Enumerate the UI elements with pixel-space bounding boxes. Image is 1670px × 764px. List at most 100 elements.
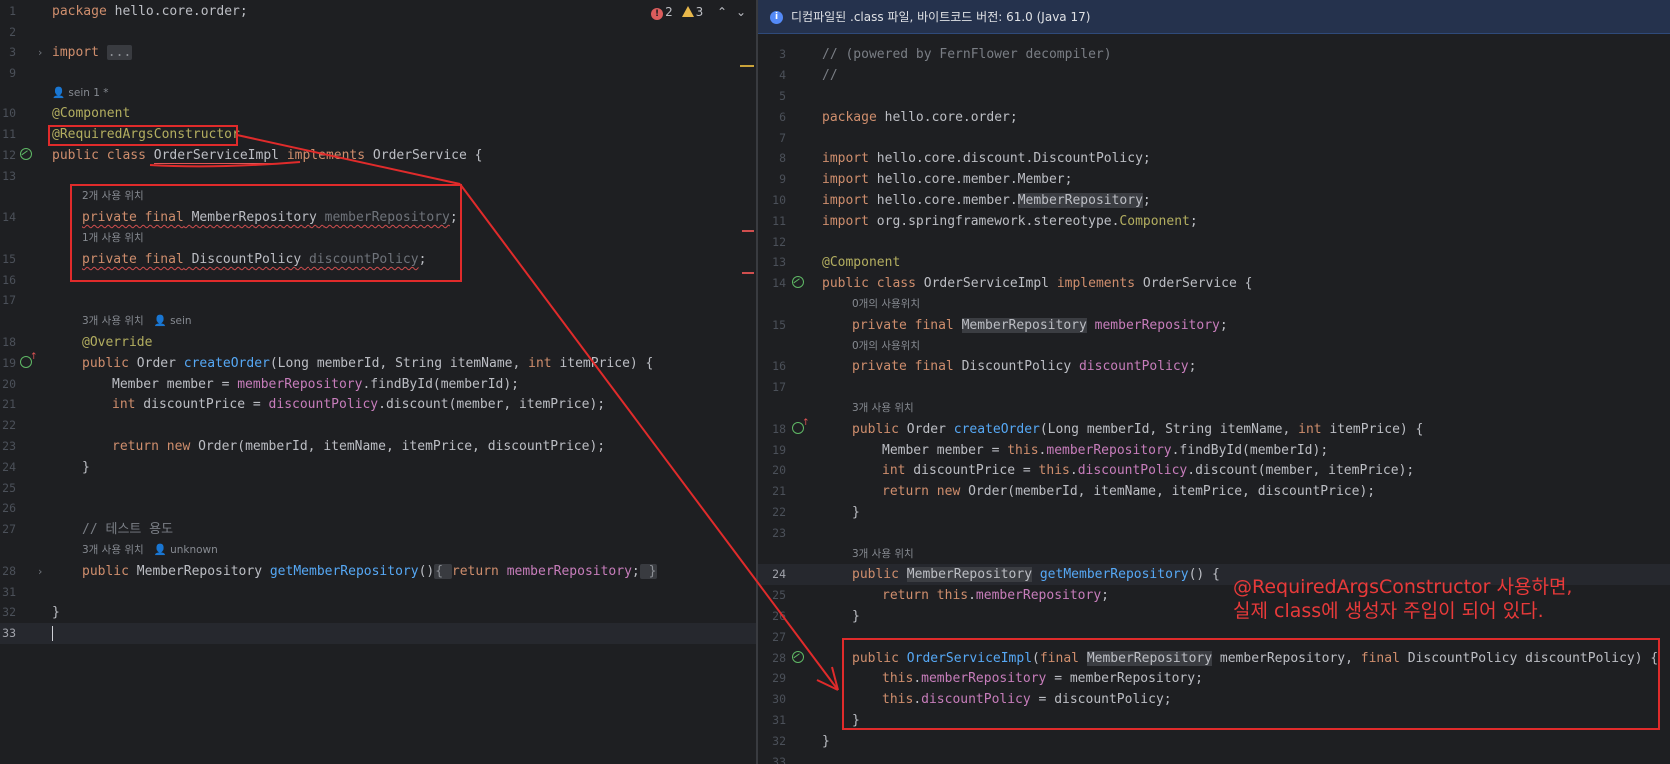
- code-line[interactable]: 9 import hello.core.member.Member;: [758, 169, 1670, 190]
- code-text[interactable]: public class OrderServiceImpl implements…: [822, 273, 1253, 294]
- fold-chevron-icon[interactable]: ›: [38, 42, 42, 63]
- usage-hint[interactable]: 👤 sein 1 *: [52, 83, 109, 104]
- code-line[interactable]: 23 return new Order(memberId, itemName, i…: [0, 436, 756, 457]
- code-line[interactable]: 21 return new Order(memberId, itemName, i…: [758, 481, 1670, 502]
- code-line[interactable]: 26: [0, 498, 756, 519]
- code-line[interactable]: 32}: [758, 731, 1670, 752]
- code-text[interactable]: private final MemberRepository memberRep…: [852, 315, 1228, 336]
- code-line[interactable]: 28 › public MemberRepository getMemberRepo…: [0, 561, 756, 582]
- code-line[interactable]: 4 //: [758, 65, 1670, 86]
- code-text[interactable]: int discountPrice = this.discountPolicy.…: [882, 460, 1414, 481]
- code-text[interactable]: import hello.core.discount.DiscountPolic…: [822, 148, 1151, 169]
- code-line[interactable]: 20 int discountPrice = this.discountPolic…: [758, 460, 1670, 481]
- chevron-up-icon[interactable]: ⌃: [717, 5, 727, 19]
- code-line[interactable]: 31: [0, 582, 756, 603]
- usage-hint[interactable]: 3개 사용 위치 👤 unknown: [82, 540, 218, 561]
- inspection-status[interactable]: ! 2 3 ⌃ ⌄: [646, 4, 746, 20]
- code-text[interactable]: }: [82, 457, 90, 478]
- code-line[interactable]: 10 @Component: [0, 103, 756, 124]
- code-line[interactable]: 21 int discountPrice = discountPolicy.dis…: [0, 394, 756, 415]
- code-text[interactable]: import hello.core.member.Member;: [822, 169, 1072, 190]
- code-line[interactable]: 24}: [0, 457, 756, 478]
- code-text[interactable]: @Component: [822, 252, 900, 273]
- code-line[interactable]: 14 public class OrderServiceImpl implemen…: [758, 273, 1670, 294]
- code-line[interactable]: 32}: [0, 602, 756, 623]
- code-text[interactable]: public MemberRepository getMemberReposit…: [82, 561, 658, 582]
- inlay-hint-row[interactable]: 0개의 사용위치: [758, 336, 1670, 357]
- code-text[interactable]: }: [852, 502, 860, 523]
- code-line[interactable]: 7: [758, 128, 1670, 149]
- code-text[interactable]: public Order createOrder(Long memberId, …: [82, 353, 653, 374]
- code-line[interactable]: 9: [0, 63, 756, 84]
- code-text[interactable]: return this.memberRepository;: [882, 585, 1109, 606]
- code-text[interactable]: [52, 623, 61, 644]
- code-line[interactable]: 25: [0, 478, 756, 499]
- code-text[interactable]: Member member = this.memberRepository.fi…: [882, 440, 1328, 461]
- code-line[interactable]: 27 // 테스트 용도: [0, 519, 756, 540]
- inlay-hint-row[interactable]: 3개 사용 위치: [758, 398, 1670, 419]
- code-text[interactable]: package hello.core.order;: [822, 107, 1018, 128]
- code-line[interactable]: 18 @Override: [0, 332, 756, 353]
- spring-bean-icon[interactable]: [792, 276, 804, 288]
- code-text[interactable]: // (powered by FernFlower decompiler): [822, 44, 1112, 65]
- code-line[interactable]: 12: [758, 232, 1670, 253]
- code-text[interactable]: }: [852, 606, 860, 627]
- code-line[interactable]: 1 package hello.core.order;: [0, 1, 756, 22]
- code-text[interactable]: public Order createOrder(Long memberId, …: [852, 419, 1423, 440]
- code-line[interactable]: 5: [758, 86, 1670, 107]
- inlay-hint-row[interactable]: 👤 sein 1 *: [0, 83, 756, 104]
- implements-icon[interactable]: [20, 352, 38, 368]
- code-line[interactable]: 17: [0, 290, 756, 311]
- code-line[interactable]: 17: [758, 377, 1670, 398]
- code-line[interactable]: 33: [0, 623, 756, 644]
- code-text[interactable]: Member member = memberRepository.findByI…: [112, 374, 519, 395]
- code-text[interactable]: @Component: [52, 103, 130, 124]
- code-text[interactable]: package hello.core.order;: [52, 1, 248, 22]
- spring-bean-icon[interactable]: [792, 651, 804, 663]
- code-line[interactable]: 19 public Order createOrder(Long memberId…: [0, 352, 756, 374]
- code-line[interactable]: 16 private final DiscountPolicy discountP…: [758, 356, 1670, 377]
- chevron-down-icon[interactable]: ⌄: [736, 5, 746, 19]
- spring-bean-icon[interactable]: [20, 148, 32, 160]
- code-line[interactable]: 13 @Component: [758, 252, 1670, 273]
- code-text[interactable]: public class OrderServiceImpl implements…: [52, 145, 483, 166]
- inlay-hint-row[interactable]: 3개 사용 위치 👤 unknown: [0, 540, 756, 561]
- code-text[interactable]: import ...: [52, 42, 133, 63]
- inlay-hint-row[interactable]: 0개의 사용위치: [758, 294, 1670, 315]
- inlay-hint-row[interactable]: 3개 사용 위치 👤 sein: [0, 311, 756, 332]
- code-line[interactable]: 3 // (powered by FernFlower decompiler): [758, 44, 1670, 65]
- fold-chevron-icon[interactable]: ›: [38, 561, 42, 582]
- code-line[interactable]: 3 › import ...: [0, 42, 756, 63]
- usage-hint[interactable]: 0개의 사용위치: [852, 336, 920, 357]
- code-line[interactable]: 19 Member member = this.memberRepository.…: [758, 440, 1670, 461]
- implements-icon[interactable]: [792, 418, 810, 434]
- left-editor[interactable]: 1 package hello.core.order; 2 3 › import ... 9…: [0, 0, 756, 764]
- inlay-hint-row[interactable]: 3개 사용 위치: [758, 544, 1670, 565]
- code-text[interactable]: import org.springframework.stereotype.Co…: [822, 211, 1198, 232]
- code-text[interactable]: //: [822, 65, 838, 86]
- usage-hint[interactable]: 3개 사용 위치: [852, 544, 914, 565]
- code-line[interactable]: 11 import org.springframework.stereotype.…: [758, 211, 1670, 232]
- code-line[interactable]: 12 public class OrderServiceImpl implemen…: [0, 145, 756, 166]
- code-line[interactable]: 23: [758, 523, 1670, 544]
- code-line[interactable]: 33: [758, 752, 1670, 764]
- usage-hint[interactable]: 3개 사용 위치: [852, 398, 914, 419]
- code-line[interactable]: 15 private final MemberRepository memberR…: [758, 315, 1670, 336]
- code-line[interactable]: 18 public Order createOrder(Long memberId…: [758, 418, 1670, 440]
- code-line[interactable]: 22}: [758, 502, 1670, 523]
- code-text[interactable]: import hello.core.member.MemberRepositor…: [822, 190, 1151, 211]
- code-text[interactable]: // 테스트 용도: [82, 519, 173, 540]
- code-line[interactable]: 8 import hello.core.discount.DiscountPoli…: [758, 148, 1670, 169]
- code-text[interactable]: return new Order(memberId, itemName, ite…: [882, 481, 1375, 502]
- code-line[interactable]: 2: [0, 22, 756, 43]
- code-text[interactable]: @Override: [82, 332, 152, 353]
- code-text[interactable]: int discountPrice = discountPolicy.disco…: [112, 394, 605, 415]
- code-text[interactable]: public MemberRepository getMemberReposit…: [852, 564, 1220, 585]
- code-text[interactable]: }: [822, 731, 830, 752]
- code-line[interactable]: 6 package hello.core.order;: [758, 107, 1670, 128]
- code-text[interactable]: return new Order(memberId, itemName, ite…: [112, 436, 605, 457]
- code-line[interactable]: 20 Member member = memberRepository.findB…: [0, 374, 756, 395]
- usage-hint[interactable]: 3개 사용 위치 👤 sein: [82, 311, 192, 332]
- usage-hint[interactable]: 0개의 사용위치: [852, 294, 920, 315]
- code-text[interactable]: }: [52, 602, 60, 623]
